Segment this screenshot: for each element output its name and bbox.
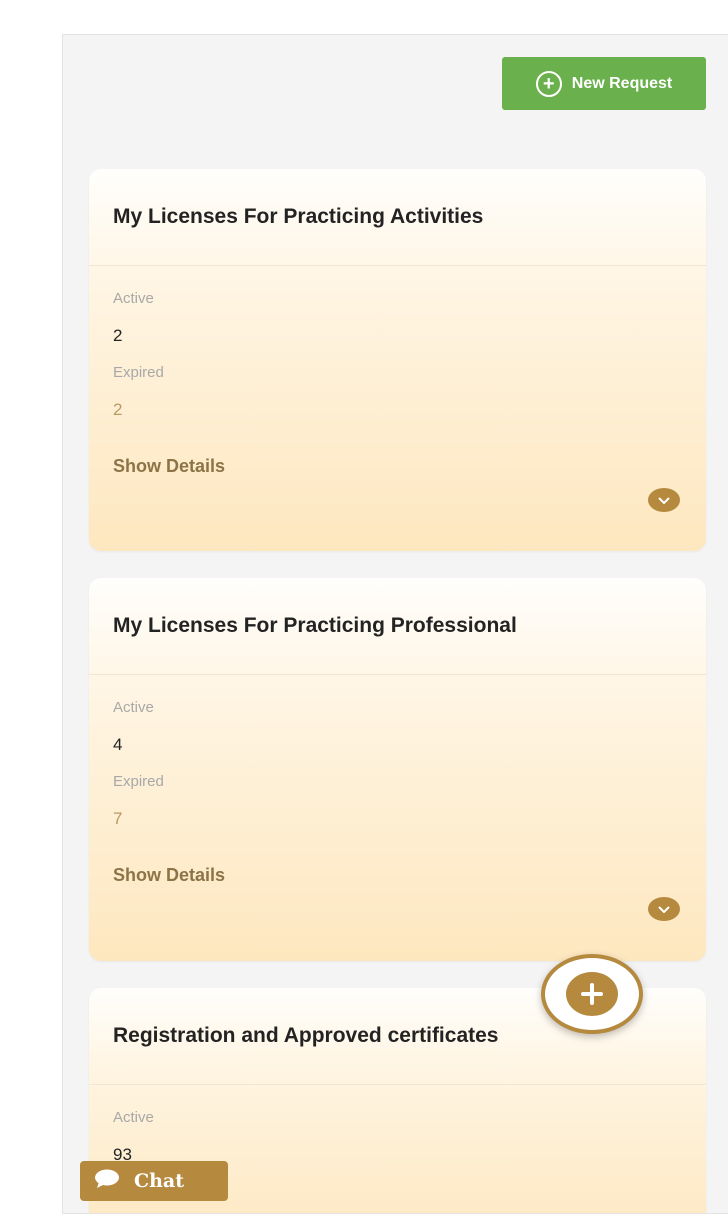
card-licenses-professional: My Licenses For Practicing Professional … [89, 578, 706, 961]
chevron-down-icon[interactable] [648, 488, 680, 512]
active-count: 4 [113, 735, 123, 754]
show-details-link[interactable]: Show Details [113, 865, 225, 886]
card-title: Registration and Approved certificates [113, 1024, 499, 1047]
show-details-link[interactable]: Show Details [113, 456, 225, 477]
new-request-button[interactable]: + New Request [502, 57, 706, 110]
active-label: Active [113, 1109, 154, 1126]
add-fab-button[interactable] [541, 954, 643, 1034]
chat-button[interactable]: Chat [80, 1161, 228, 1201]
expired-label: Expired [113, 364, 164, 381]
card-title: My Licenses For Practicing Activities [113, 205, 484, 228]
card-header: My Licenses For Practicing Activities [89, 169, 706, 266]
card-title: My Licenses For Practicing Professional [113, 614, 517, 637]
active-label: Active [113, 699, 154, 716]
card-header: My Licenses For Practicing Professional [89, 578, 706, 675]
active-label: Active [113, 290, 154, 307]
expired-count: 7 [113, 809, 123, 828]
plus-circle-icon: + [535, 70, 562, 97]
card-body: Active 4 Expired 7 Show Details [89, 675, 706, 921]
card-licenses-activities: My Licenses For Practicing Activities Ac… [89, 169, 706, 551]
expired-count: 2 [113, 400, 123, 419]
active-count: 2 [113, 326, 123, 345]
chat-label: Chat [134, 1170, 185, 1192]
plus-icon [566, 972, 618, 1016]
new-request-label: New Request [571, 74, 673, 92]
expired-label: Expired [113, 773, 164, 790]
licenses-panel: + New Request My Licenses For Practicing… [62, 34, 728, 1214]
chevron-down-icon[interactable] [648, 897, 680, 921]
card-body: Active 2 Expired 2 Show Details [89, 266, 706, 512]
chat-bubble-icon [94, 1169, 120, 1194]
